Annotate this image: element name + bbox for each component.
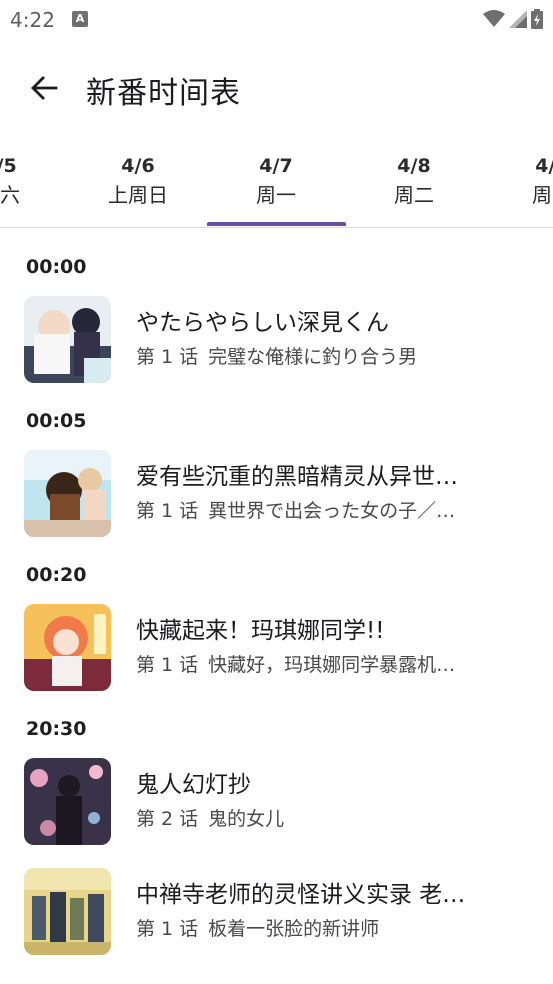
app-bar: 新番时间表: [0, 50, 553, 126]
episode-number: 第 1 话: [136, 654, 199, 676]
tab-date: 4/7: [259, 155, 293, 177]
wifi-icon: [483, 10, 505, 27]
tab-4-9[interactable]: 4/9 周三: [483, 152, 553, 210]
episode-title: 鬼的女儿: [208, 808, 285, 830]
anime-cover-image: [24, 758, 111, 845]
anime-cover-image: [24, 604, 111, 691]
episode-title: 快藏好，玛琪娜同学暴露机…: [208, 654, 456, 676]
status-time: 4:22: [10, 8, 55, 32]
tab-4-5[interactable]: 4/5 周六: [0, 152, 69, 210]
anime-title: 爱有些沉重的黑暗精灵从异世…: [136, 464, 458, 490]
anime-cover-image: [24, 868, 111, 955]
status-bar: 4:22 A: [0, 0, 553, 40]
anime-title: 快藏起来！玛琪娜同学!!: [136, 618, 385, 644]
tab-day: 周二: [394, 183, 434, 207]
anime-item[interactable]: 快藏起来！玛琪娜同学!! 第 1 话快藏好，玛琪娜同学暴露机…: [0, 596, 553, 696]
episode-title: 板着一张脸的新讲师: [208, 918, 380, 940]
anime-item[interactable]: 鬼人幻灯抄 第 2 话鬼的女儿: [0, 750, 553, 850]
date-tabs: 4/5 周六 4/6 上周日 4/7 周一 4/8 周二 4/9 周三: [0, 142, 553, 228]
episode-title: 完璧な俺様に釣り合う男: [208, 346, 418, 368]
anime-cover-image: [24, 296, 111, 383]
tab-4-6[interactable]: 4/6 上周日: [69, 152, 207, 210]
battery-icon: [531, 9, 543, 29]
tab-4-8[interactable]: 4/8 周二: [345, 152, 483, 210]
episode-info: 第 1 话快藏好，玛琪娜同学暴露机…: [136, 650, 496, 677]
time-header: 00:05: [26, 410, 87, 432]
page-title: 新番时间表: [86, 76, 241, 111]
tab-date: 4/6: [121, 155, 155, 177]
notification-a-icon: A: [72, 11, 88, 27]
signal-icon: [509, 10, 527, 28]
tab-day: 上周日: [108, 183, 168, 207]
tab-4-7[interactable]: 4/7 周一: [207, 152, 345, 210]
tab-day: 周一: [256, 183, 296, 207]
episode-number: 第 1 话: [136, 346, 199, 368]
episode-info: 第 1 话板着一张脸的新讲师: [136, 914, 496, 941]
episode-info: 第 2 话鬼的女儿: [136, 804, 496, 831]
episode-number: 第 1 话: [136, 918, 199, 940]
arrow-left-icon: [31, 76, 58, 100]
anime-item[interactable]: 爱有些沉重的黑暗精灵从异世… 第 1 话異世界で出会った女の子／…: [0, 442, 553, 542]
status-icons: [483, 8, 543, 30]
tab-day: 周三: [532, 183, 553, 207]
tab-date: 4/8: [397, 155, 431, 177]
episode-info: 第 1 话異世界で出会った女の子／…: [136, 496, 496, 523]
episode-number: 第 1 话: [136, 500, 199, 522]
time-header: 20:30: [26, 718, 87, 740]
tab-day: 周六: [0, 183, 20, 207]
anime-title: 中禅寺老师的灵怪讲义实录 老…: [136, 882, 466, 908]
episode-info: 第 1 话完璧な俺様に釣り合う男: [136, 342, 496, 369]
episode-title: 異世界で出会った女の子／…: [208, 500, 456, 522]
tab-date: 4/9: [535, 155, 553, 177]
anime-cover-image: [24, 450, 111, 537]
anime-title: 鬼人幻灯抄: [136, 772, 251, 798]
selected-tab-indicator: [207, 222, 346, 226]
back-button[interactable]: [22, 66, 66, 110]
tab-date: 4/5: [0, 155, 17, 177]
time-header: 00:20: [26, 564, 87, 586]
anime-item[interactable]: 中禅寺老师的灵怪讲义实录 老… 第 1 话板着一张脸的新讲师: [0, 860, 553, 960]
episode-number: 第 2 话: [136, 808, 199, 830]
anime-item[interactable]: やたらやらしい深見くん 第 1 话完璧な俺様に釣り合う男: [0, 288, 553, 388]
anime-title: やたらやらしい深見くん: [136, 310, 389, 336]
time-header: 00:00: [26, 256, 87, 278]
